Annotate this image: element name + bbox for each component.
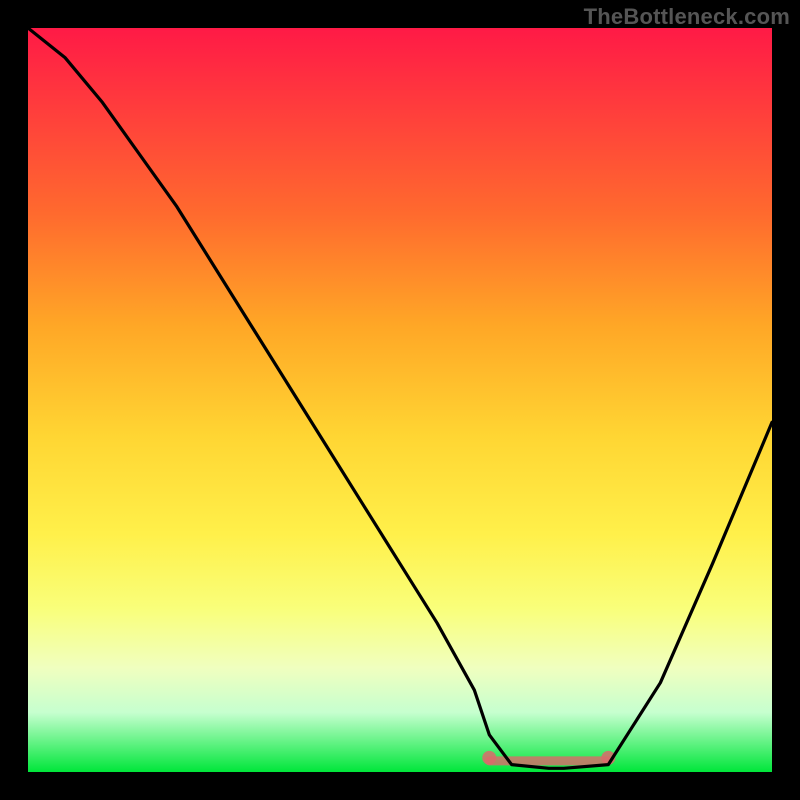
curve-svg [28, 28, 772, 772]
watermark-text: TheBottleneck.com [584, 4, 790, 30]
bottleneck-curve [28, 28, 772, 768]
valley-marker-left-dot [482, 751, 496, 765]
chart-frame: TheBottleneck.com [0, 0, 800, 800]
plot-area [28, 28, 772, 772]
